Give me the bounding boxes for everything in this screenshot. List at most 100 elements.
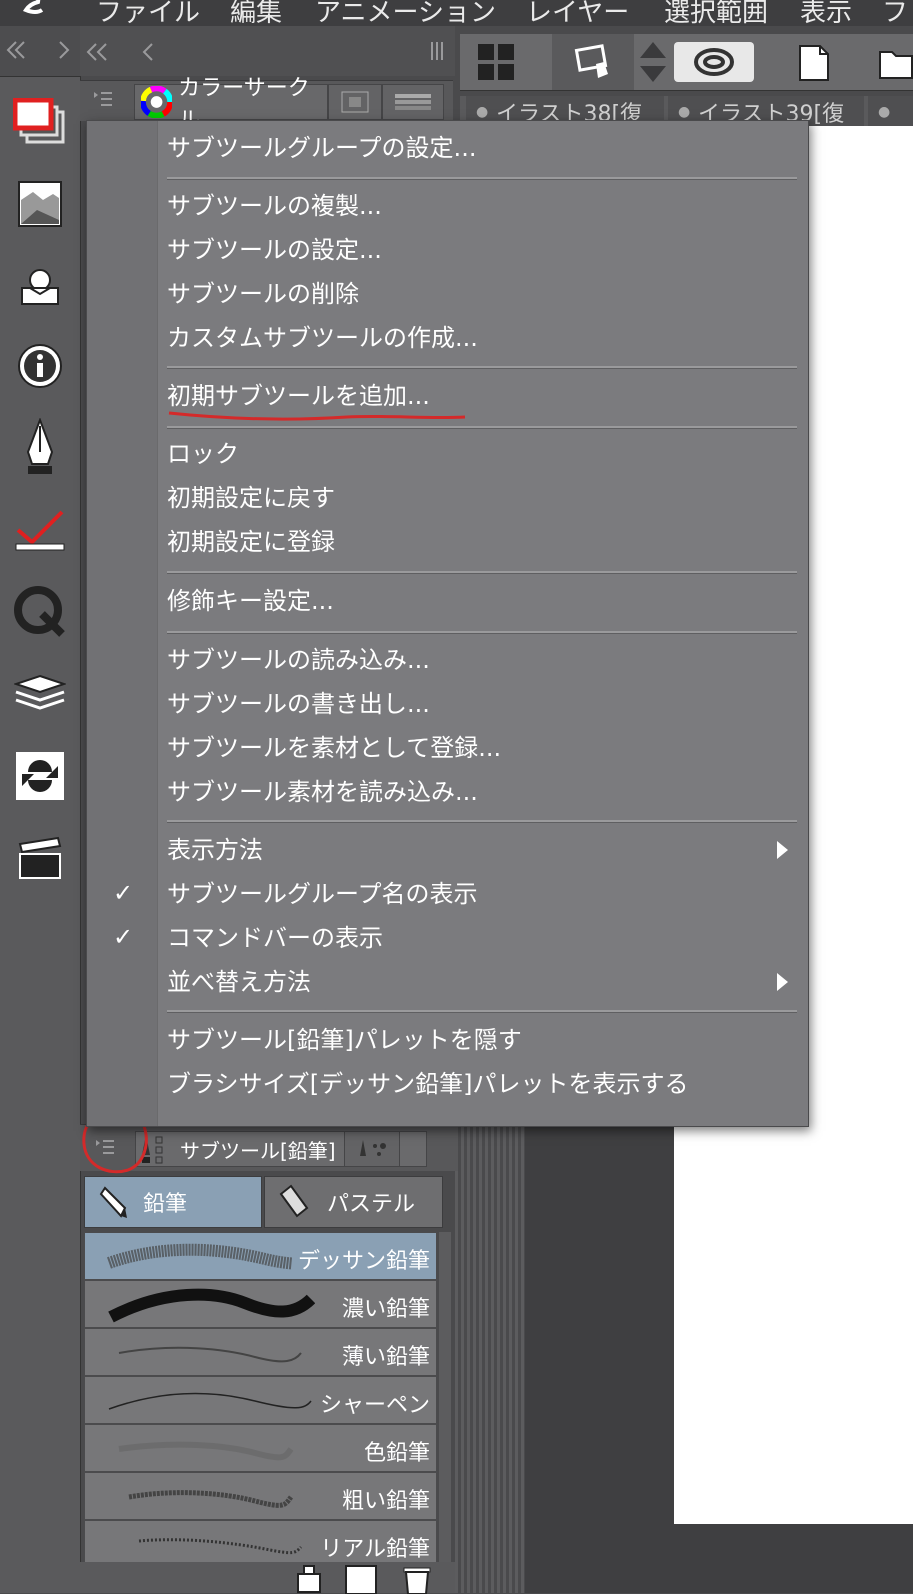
subtool-list: デッサン鉛筆 濃い鉛筆 薄い鉛筆 シャーペン 色鉛筆 粗い鉛筆 リアル鉛筆	[84, 1232, 437, 1562]
tool-animation[interactable]	[8, 826, 72, 890]
menu-item-group-settings[interactable]: サブツールグループの設定...	[167, 133, 476, 163]
list-item-label: 色鉛筆	[363, 1441, 430, 1466]
layers-icon	[14, 674, 66, 710]
menu-layer[interactable]: レイヤー	[526, 0, 629, 26]
open-folder-icon[interactable]	[878, 48, 913, 80]
tool-transform[interactable]	[8, 744, 72, 808]
expand-right-icon[interactable]	[54, 38, 74, 62]
grid-icon[interactable]	[478, 44, 514, 80]
menu-item-display-method[interactable]: 表示方法	[167, 835, 263, 865]
menu-file[interactable]: ファイル	[96, 0, 200, 26]
menu-item-import[interactable]: サブツールの読み込み...	[167, 645, 430, 675]
brush-size-icon	[360, 1140, 386, 1156]
menu-item-create-custom[interactable]: カスタムサブツールの作成...	[167, 323, 478, 353]
tool-image[interactable]	[8, 172, 72, 236]
menu-selection[interactable]: 選択範囲	[664, 0, 768, 26]
pen-nib-icon	[26, 418, 54, 474]
layer-color-icon	[13, 98, 65, 144]
info-icon	[18, 344, 62, 388]
menu-item-show-group-name[interactable]: サブツールグループ名の表示	[167, 879, 478, 909]
link-button[interactable]	[674, 42, 754, 82]
tool-color-select[interactable]	[8, 90, 72, 154]
tool-layers[interactable]	[8, 662, 72, 726]
chevron-left-icon[interactable]	[140, 40, 158, 64]
tool-pen[interactable]	[8, 416, 72, 480]
menu-item-show-command-bar[interactable]: コマンドバーの表示	[167, 923, 383, 953]
panel-menu-icon[interactable]	[92, 89, 114, 111]
menu-item-show-brush-size-palette[interactable]: ブラシサイズ[デッサン鉛筆]パレットを表示する	[167, 1069, 689, 1099]
menu-edit[interactable]: 編集	[230, 0, 282, 26]
tab-color-set[interactable]	[328, 84, 382, 120]
trash-icon[interactable]	[400, 1564, 434, 1594]
tab-color-circle[interactable]: カラーサークル	[134, 76, 328, 133]
list-item[interactable]: 濃い鉛筆	[84, 1280, 437, 1328]
tool-correction[interactable]	[8, 498, 72, 562]
group-button-pencil[interactable]: 鉛筆	[84, 1176, 262, 1228]
list-item-label: 薄い鉛筆	[341, 1345, 430, 1370]
menu-animation[interactable]: アニメーション	[315, 0, 496, 26]
move-tool-icon	[21, 269, 59, 305]
tab-document-more[interactable]: ●	[868, 96, 913, 126]
link-icon	[694, 48, 734, 76]
collapse-left-icon[interactable]	[4, 38, 28, 62]
menu-item-delete[interactable]: サブツールの削除	[167, 279, 359, 309]
grip-icon[interactable]	[430, 42, 444, 60]
list-item[interactable]: デッサン鉛筆	[84, 1232, 437, 1280]
new-subtool-icon[interactable]	[344, 1564, 380, 1594]
menu-separator	[167, 631, 797, 634]
group-button-pastel[interactable]: パステル	[264, 1176, 443, 1228]
list-item[interactable]: 色鉛筆	[84, 1424, 437, 1472]
tab-subtool-label: サブツール[鉛筆]	[180, 1138, 336, 1163]
panel-divider[interactable]	[455, 1120, 525, 1593]
list-item-label: シャーペン	[319, 1393, 430, 1418]
pencil-icon	[99, 1186, 127, 1218]
menu-item-duplicate[interactable]: サブツールの複製...	[167, 191, 382, 221]
panel-nav-strip	[80, 26, 455, 76]
menu-item-modifier-keys[interactable]: 修飾キー設定...	[167, 586, 334, 616]
double-chevron-left-icon[interactable]	[84, 40, 110, 64]
menu-item-load-material[interactable]: サブツール素材を読み込み...	[167, 777, 478, 807]
menu-separator	[167, 1010, 797, 1013]
menu-item-settings[interactable]: サブツールの設定...	[167, 235, 382, 265]
list-item[interactable]: シャーペン	[84, 1376, 437, 1424]
up-down-arrows-icon[interactable]	[638, 40, 668, 84]
group-button-pastel-label: パステル	[327, 1192, 416, 1217]
stroke-preview	[118, 1441, 294, 1461]
tab-brush-size[interactable]	[344, 1131, 400, 1167]
tool-strip-nav	[0, 26, 80, 77]
stroke-preview	[138, 1538, 303, 1555]
menu-item-lock[interactable]: ロック	[167, 439, 239, 469]
tool-move[interactable]	[8, 254, 72, 318]
submenu-arrow-icon	[777, 973, 788, 991]
menu-item-add-default-subtool[interactable]: 初期サブツールを追加...	[167, 381, 430, 411]
submenu-arrow-icon	[777, 841, 788, 859]
menu-item-register-default[interactable]: 初期設定に登録	[167, 527, 335, 557]
list-item-label: 濃い鉛筆	[341, 1297, 430, 1322]
list-item[interactable]: 粗い鉛筆	[84, 1472, 437, 1520]
subtool-context-menu: サブツールグループの設定... サブツールの複製... サブツールの設定... …	[86, 120, 809, 1127]
menu-filter[interactable]: フ	[882, 0, 908, 26]
touch-gesture-icon	[574, 44, 608, 78]
list-item[interactable]: 薄い鉛筆	[84, 1328, 437, 1376]
menu-item-reset[interactable]: 初期設定に戻す	[167, 483, 335, 513]
menu-item-sort-method[interactable]: 並べ替え方法	[167, 967, 311, 997]
menu-item-hide-palette[interactable]: サブツール[鉛筆]パレットを隠す	[167, 1025, 522, 1055]
list-item[interactable]: リアル鉛筆	[84, 1520, 437, 1562]
tool-zoom[interactable]	[8, 580, 72, 644]
tab-color-slider[interactable]	[382, 84, 444, 120]
menu-view[interactable]: 表示	[800, 0, 852, 26]
menu-item-register-material[interactable]: サブツールを素材として登録...	[167, 733, 501, 763]
new-file-icon[interactable]	[796, 42, 832, 84]
stroke-preview	[128, 1490, 294, 1508]
pastel-icon	[279, 1184, 309, 1218]
stroke-preview	[108, 1392, 312, 1410]
color-panel-header: カラーサークル	[80, 76, 453, 133]
list-item-label: 粗い鉛筆	[341, 1489, 430, 1514]
touch-gesture-button[interactable]	[552, 34, 634, 90]
menu-item-export[interactable]: サブツールの書き出し...	[167, 689, 430, 719]
subtool-bottom-bar	[80, 1562, 455, 1594]
slider-icon	[395, 94, 431, 110]
copy-subtool-icon[interactable]	[294, 1564, 324, 1594]
tool-info[interactable]	[8, 334, 72, 398]
subtool-list-scrollbar[interactable]	[439, 1232, 451, 1562]
